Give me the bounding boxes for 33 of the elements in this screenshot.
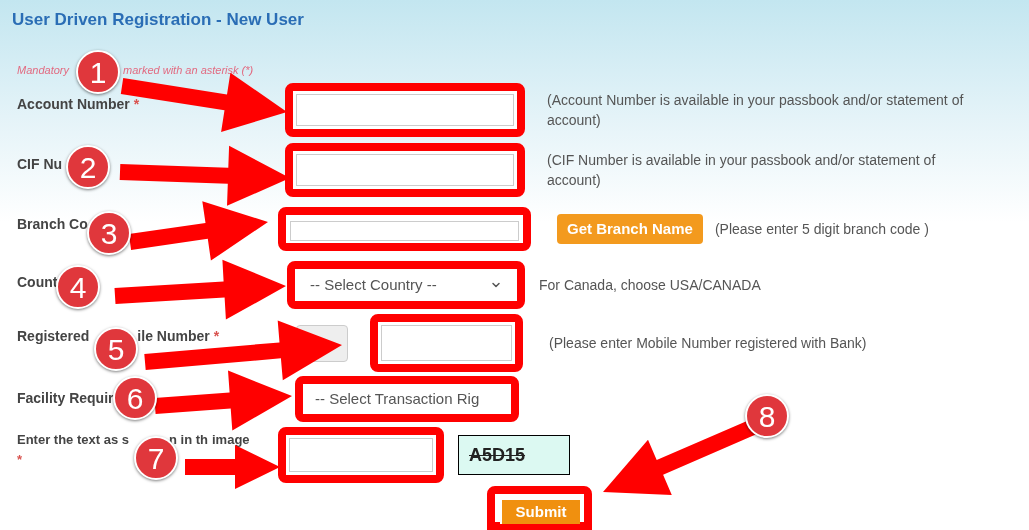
field-label: Facility Requir (17, 389, 114, 408)
help-text: (CIF Number is available in your passbook and/or statement of account) (546, 151, 937, 190)
mandatory-note: marked with an asterisk (*) (123, 63, 254, 78)
help-text: (Account Number is available in your passbook and/or statement of account) (546, 91, 965, 130)
required-asterisk: * (17, 451, 23, 467)
field-label: Account Number (17, 95, 130, 114)
number-badge: 8 (745, 394, 789, 438)
number-badge: 6 (113, 376, 157, 420)
field-label: Registered (17, 327, 90, 346)
captcha-image: A5D15 (458, 435, 570, 475)
field-label: image (212, 431, 250, 449)
number-badge: 3 (87, 211, 131, 255)
help-text: For Canada, choose USA/CANADA (539, 276, 761, 295)
number-badge: 4 (56, 265, 100, 309)
number-badge: 1 (76, 50, 120, 94)
text-field[interactable] (381, 325, 512, 361)
text-field[interactable] (289, 438, 433, 472)
text-field[interactable] (290, 221, 519, 241)
field-label: Enter the text as s (17, 431, 129, 449)
field-label: CIF Nu (17, 155, 63, 174)
help-text: (Please enter Mobile Number registered with Bank) (549, 334, 867, 353)
field-label: Count (17, 273, 58, 292)
mandatory-note: Mandatory (17, 63, 69, 78)
field-label: ile Number (137, 327, 210, 346)
text-field[interactable] (296, 94, 514, 126)
text-field[interactable] (296, 154, 514, 186)
page-title: User Driven Registration - New User (12, 9, 304, 31)
required-asterisk: * (213, 327, 220, 346)
help-text: (Please enter 5 digit branch code ) (714, 220, 929, 239)
number-badge: 2 (66, 145, 110, 189)
number-badge: 5 (94, 327, 138, 371)
required-asterisk: * (133, 95, 140, 114)
field-label: Branch Co (17, 215, 88, 234)
